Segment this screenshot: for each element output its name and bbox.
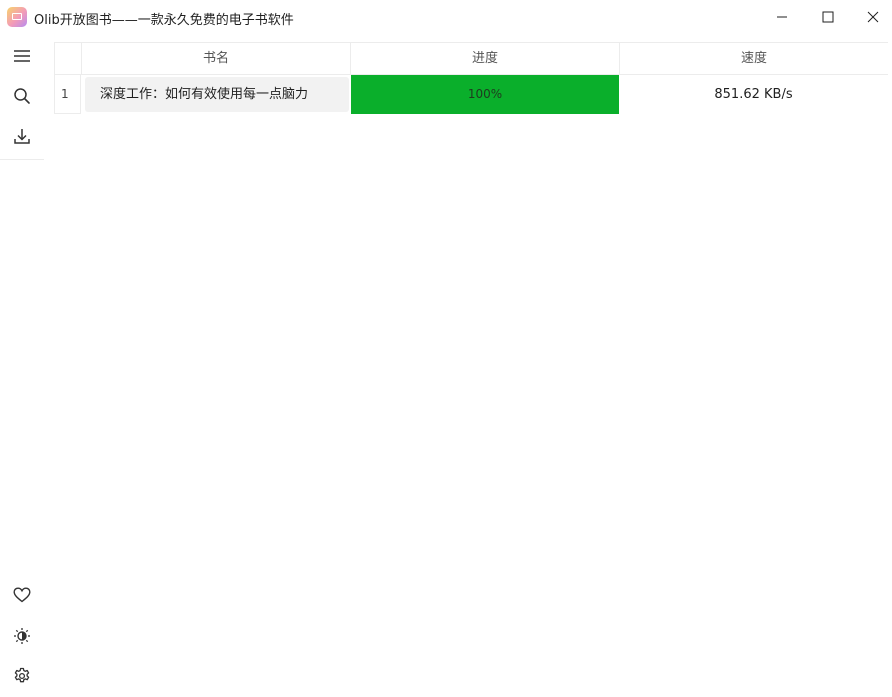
table-header: 书名 进度 速度 <box>54 42 888 75</box>
search-button[interactable] <box>2 78 42 114</box>
sidebar-divider <box>0 159 44 160</box>
column-header-progress[interactable]: 进度 <box>350 43 619 75</box>
menu-icon <box>14 50 30 62</box>
theme-contrast-icon <box>14 628 30 644</box>
theme-toggle-button[interactable] <box>2 618 42 654</box>
settings-button[interactable] <box>2 658 42 694</box>
window-title: Olib开放图书——一款永久免费的电子书软件 <box>34 13 294 28</box>
close-button[interactable] <box>851 0 892 34</box>
downloads-button[interactable] <box>2 118 42 154</box>
favorites-button[interactable] <box>2 577 42 613</box>
menu-button[interactable] <box>2 38 42 74</box>
progress-bar: 100% <box>351 75 619 114</box>
progress-label: 100% <box>467 87 503 101</box>
column-header-speed[interactable]: 速度 <box>619 43 888 75</box>
column-header-index <box>54 43 81 75</box>
book-title: 深度工作：如何有效使用每一点脑力 <box>85 77 349 112</box>
maximize-button[interactable] <box>806 0 850 34</box>
gear-icon <box>14 667 30 683</box>
heart-icon <box>13 587 31 603</box>
download-speed: 851.62 KB/s <box>714 87 793 102</box>
close-icon <box>867 11 879 23</box>
table-row[interactable]: 1 深度工作：如何有效使用每一点脑力 100% 851.62 KB/s <box>54 75 888 114</box>
minimize-icon <box>777 16 787 18</box>
download-icon <box>14 129 30 144</box>
sidebar <box>0 34 44 697</box>
minimize-button[interactable] <box>760 0 804 34</box>
search-icon <box>14 88 30 104</box>
app-logo-icon <box>7 7 27 27</box>
column-header-name[interactable]: 书名 <box>81 43 350 75</box>
maximize-icon <box>822 11 834 23</box>
row-index: 1 <box>54 75 81 114</box>
title-bar: Olib开放图书——一款永久免费的电子书软件 <box>0 0 892 34</box>
